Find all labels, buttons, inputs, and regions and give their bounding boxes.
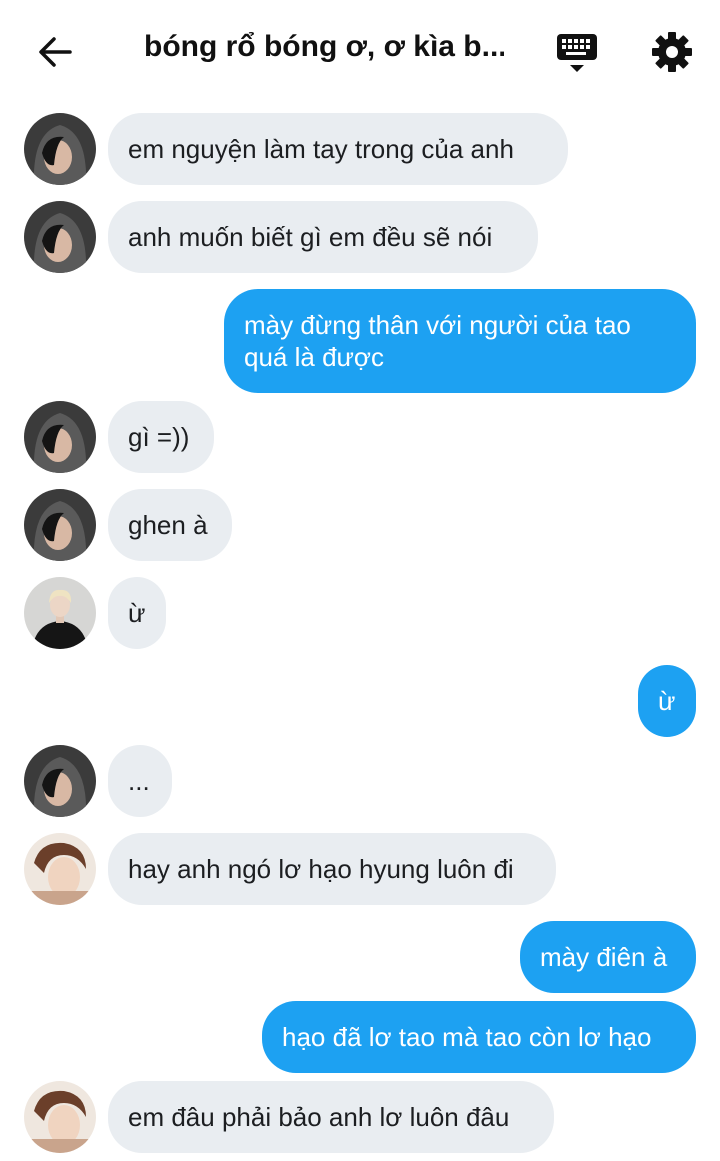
avatar-hooded[interactable] <box>24 745 96 817</box>
conversation-title: bóng rổ bóng ơ, ơ kìa b... <box>144 30 504 63</box>
outgoing-message[interactable]: mày đừng thân với người của tao quá là đ… <box>224 289 696 393</box>
gear-icon <box>652 32 692 72</box>
keyboard-button[interactable] <box>556 32 600 76</box>
avatar-blond[interactable] <box>24 577 96 649</box>
incoming-message[interactable]: em đâu phải bảo anh lơ luôn đâu <box>108 1081 554 1153</box>
avatar-brown[interactable] <box>24 833 96 905</box>
settings-button[interactable] <box>650 30 694 74</box>
avatar-hooded[interactable] <box>24 489 96 561</box>
incoming-message[interactable]: ừ <box>108 577 166 649</box>
incoming-message[interactable]: ... <box>108 745 172 817</box>
keyboard-icon <box>557 34 597 72</box>
incoming-message[interactable]: hay anh ngó lơ hạo hyung luôn đi <box>108 833 556 905</box>
arrow-left-icon <box>39 37 72 67</box>
back-button[interactable] <box>36 32 76 72</box>
avatar-hooded[interactable] <box>24 113 96 185</box>
incoming-message[interactable]: anh muốn biết gì em đều sẽ nói <box>108 201 538 273</box>
incoming-message[interactable]: ghen à <box>108 489 232 561</box>
avatar-hooded[interactable] <box>24 201 96 273</box>
outgoing-message[interactable]: hạo đã lơ tao mà tao còn lơ hạo <box>262 1001 696 1073</box>
incoming-message[interactable]: em nguyện làm tay trong của anh <box>108 113 568 185</box>
chat-header: bóng rổ bóng ơ, ơ kìa b... <box>0 0 720 100</box>
outgoing-message[interactable]: ừ <box>638 665 696 737</box>
outgoing-message[interactable]: mày điên à <box>520 921 696 993</box>
avatar-hooded[interactable] <box>24 401 96 473</box>
avatar-brown[interactable] <box>24 1081 96 1153</box>
incoming-message[interactable]: gì =)) <box>108 401 214 473</box>
